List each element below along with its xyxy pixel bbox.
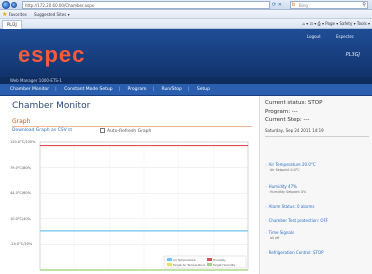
time-signals-state: all off xyxy=(270,236,280,240)
espec-logo: espec xyxy=(18,42,86,67)
air-setpoint: Air Setpoint 0.0°C xyxy=(270,168,300,172)
humidity-item[interactable]: ◦ Humidity 47% xyxy=(265,184,297,189)
tab-bar: PL/2J ⌂ ▾ ⊡ ▾ ⎙ ▾ Page ▾ Safety ▾ Tools … xyxy=(0,19,372,29)
protection-label: Chamber Test protection: OFF xyxy=(268,218,329,223)
nav-constant-mode-setup[interactable]: Constant Mode Setup xyxy=(64,87,112,92)
droplet-icon: ◦ xyxy=(265,184,268,189)
current-program: Program: --- xyxy=(265,109,298,115)
alarm-status-label: Alarm Status: 0 alarms xyxy=(268,204,315,209)
feeds-icon[interactable]: ⊡ ▾ xyxy=(310,21,317,26)
refrigeration-label: Refrigeration Control: STOP xyxy=(268,250,324,255)
alarm-icon: ◦ xyxy=(265,204,268,209)
legend-swatch xyxy=(207,258,212,261)
search-icon[interactable]: ⚲ xyxy=(362,2,366,9)
legend-label: Humidity xyxy=(213,258,226,262)
time-signals-item[interactable]: ◦ Time Signals xyxy=(265,230,294,235)
nav-setup[interactable]: Setup xyxy=(197,87,210,92)
favorites-label: Favorites xyxy=(8,12,27,17)
nav-program[interactable]: Program xyxy=(128,87,147,92)
legend-swatch xyxy=(167,258,172,261)
manager-subtitle: Web Manager 1000-ETS-1 xyxy=(0,77,372,84)
chamber-chart: 120.0°C/100% 79.0°C/80% 44.0°C/60% 10.0°C/4… xyxy=(10,138,252,274)
air-temperature-item[interactable]: ◦ Air Temperature 20.0°C xyxy=(265,162,316,167)
alarm-status-item[interactable]: ◦ Alarm Status: 0 alarms xyxy=(265,204,314,209)
nav-separator: | xyxy=(152,87,155,92)
star-icon: ★ xyxy=(2,11,8,18)
status-divider xyxy=(265,136,369,137)
nav-separator: | xyxy=(187,87,190,92)
time-signals-label: Time Signals xyxy=(268,230,295,235)
home-icon[interactable]: ⌂ ▾ xyxy=(302,21,308,26)
main-content: Chamber Monitor Graph Download Graph as … xyxy=(0,96,256,274)
air-temperature-label: Air Temperature 20.0°C xyxy=(268,162,316,167)
legend-label: Target Air Temperature xyxy=(172,263,205,267)
auto-refresh-label: Auto-Refresh Graph xyxy=(107,129,152,134)
browser-tab[interactable]: PL/2J xyxy=(2,20,22,29)
download-csv-link[interactable]: Download Graph as CSV ⊡ xyxy=(12,128,72,133)
search-placeholder: Bing xyxy=(299,3,308,8)
search-field[interactable]: b Bing ⚲ xyxy=(290,1,368,9)
status-panel: Current status: STOP Program: --- Curren… xyxy=(259,96,372,274)
app-header: espec Logout Espectec PL3GJ xyxy=(0,29,372,77)
favorites-button[interactable]: ★ Favorites xyxy=(2,10,27,19)
device-name: PL3GJ xyxy=(345,52,360,58)
legend-swatch xyxy=(167,263,172,266)
forward-button[interactable] xyxy=(11,2,17,8)
current-step: Current Step: --- xyxy=(265,117,310,123)
download-csv-label: Download Graph as CSV xyxy=(12,128,67,133)
suggested-sites-link[interactable]: Suggested Sites ▾ xyxy=(34,10,70,19)
header-links: Logout Espectec xyxy=(293,34,354,39)
auto-refresh-checkbox[interactable] xyxy=(100,128,105,133)
thermometer-icon: ◦ xyxy=(265,162,268,167)
shield-icon: ◦ xyxy=(265,218,268,223)
humidity-label: Humidity 47% xyxy=(268,184,297,189)
refrigeration-item[interactable]: ◦ Refrigeration Control: STOP xyxy=(265,250,324,255)
graph-heading: Graph xyxy=(12,118,31,125)
humidity-setpoint: Humidity Setpoint 0% xyxy=(270,190,307,194)
print-icon[interactable]: ⎙ ▾ xyxy=(318,21,324,26)
espectec-link[interactable]: Espectec xyxy=(336,34,354,39)
url-field[interactable]: http://172.20.60.00/Chamber.aspx xyxy=(22,1,270,9)
nav-separator: | xyxy=(55,87,57,92)
auto-refresh-toggle[interactable]: Auto-Refresh Graph xyxy=(100,128,151,134)
refresh-icon[interactable]: ⟳ ✕ xyxy=(272,1,286,9)
nav-chamber-monitor[interactable]: Chamber Monitor xyxy=(10,87,49,92)
browser-address-bar: http://172.20.60.00/Chamber.aspx ⟳ ✕ b B… xyxy=(0,0,372,10)
legend-label: Air Temperature xyxy=(173,258,196,262)
protection-item[interactable]: ◦ Chamber Test protection: OFF xyxy=(265,218,328,223)
signal-icon: ◦ xyxy=(265,230,268,235)
command-bar-label[interactable]: Page ▾ Safety ▾ Tools ▾ xyxy=(325,21,370,26)
nav-run-stop[interactable]: Run/Stop xyxy=(162,87,182,92)
bing-icon: b xyxy=(292,2,296,8)
status-datetime: Saturday, Sep 24 2011 14:19 xyxy=(265,128,324,133)
nav-separator: | xyxy=(118,87,121,92)
page-title: Chamber Monitor xyxy=(12,101,91,111)
back-button[interactable] xyxy=(2,1,10,9)
chart-svg: Air Temperature Humidity Target Air Temper… xyxy=(39,141,249,271)
command-bar[interactable]: ⌂ ▾ ⊡ ▾ ⎙ ▾ Page ▾ Safety ▾ Tools ▾ xyxy=(302,19,370,29)
current-status: Current status: STOP xyxy=(265,100,323,106)
graph-divider xyxy=(12,126,252,127)
logout-link[interactable]: Logout xyxy=(307,34,321,39)
suggested-sites-label: Suggested Sites ▾ xyxy=(34,12,70,17)
favorites-bar: ★ Favorites Suggested Sites ▾ xyxy=(0,10,372,19)
refrigeration-icon: ◦ xyxy=(265,250,268,255)
legend-swatch xyxy=(207,263,212,266)
main-nav: Chamber Monitor | Constant Mode Setup | Pr… xyxy=(0,84,372,96)
legend-label: Target Humidity xyxy=(212,263,236,267)
csv-icon: ⊡ xyxy=(68,128,72,133)
